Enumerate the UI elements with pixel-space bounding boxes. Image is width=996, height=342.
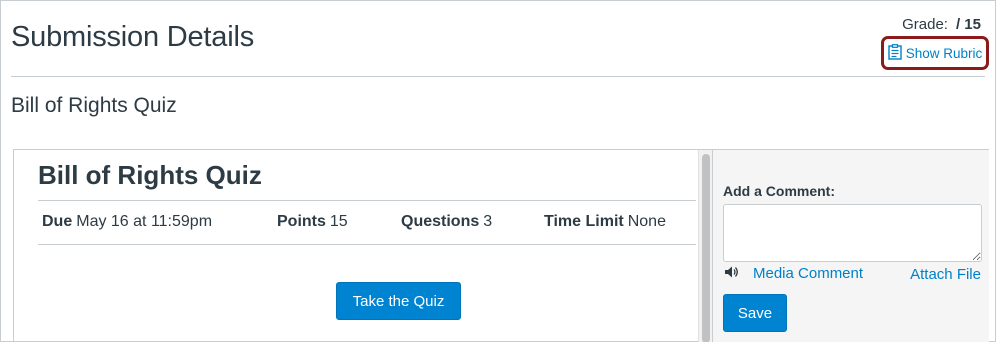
meta-label: Points (277, 213, 326, 230)
save-button[interactable]: Save (723, 294, 787, 332)
take-quiz-button[interactable]: Take the Quiz (336, 282, 461, 320)
grade-label: Grade: (902, 16, 948, 33)
scroll-thumb[interactable] (702, 154, 710, 342)
meta-label: Questions (401, 213, 480, 230)
clipboard-icon (888, 43, 902, 63)
meta-value: None (627, 213, 666, 230)
submission-content: Bill of Rights Quiz Due May 16 at 11:59pm… (13, 149, 989, 342)
quiz-due: Due May 16 at 11:59pm (42, 213, 212, 231)
show-rubric-link[interactable]: Show Rubric (881, 36, 989, 70)
quiz-title: Bill of Rights Quiz (38, 160, 262, 190)
comment-sidebar: Add a Comment: Media Comment Attach File… (712, 150, 989, 342)
attach-file-link[interactable]: Attach File (910, 266, 981, 283)
meta-value: 3 (483, 213, 493, 230)
comment-input[interactable] (723, 204, 982, 262)
quiz-preview: Bill of Rights Quiz Due May 16 at 11:59pm… (14, 150, 698, 342)
grade-display: Grade: / 15 (902, 16, 981, 33)
meta-label: Due (42, 213, 73, 230)
meta-label: Time Limit (544, 213, 624, 230)
grade-value: / 15 (955, 16, 981, 33)
add-comment-label: Add a Comment: (723, 183, 835, 199)
quiz-points: Points 15 (277, 213, 348, 231)
page-title: Submission Details (11, 21, 254, 53)
quiz-questions: Questions 3 (401, 213, 492, 231)
meta-value: May 16 at 11:59pm (76, 213, 213, 230)
divider (38, 200, 696, 201)
quiz-time-limit: Time Limit None (544, 213, 666, 231)
show-rubric-label: Show Rubric (905, 45, 983, 61)
speaker-icon (725, 265, 739, 282)
scrollbar[interactable] (698, 150, 712, 342)
media-comment-link[interactable]: Media Comment (725, 265, 863, 282)
page-frame: Submission Details Grade: / 15 Show Rubri… (0, 0, 996, 342)
assignment-name: Bill of Rights Quiz (11, 94, 177, 117)
divider (38, 244, 696, 245)
meta-value: 15 (329, 213, 348, 230)
media-comment-label: Media Comment (753, 265, 864, 282)
header-divider (11, 76, 985, 77)
